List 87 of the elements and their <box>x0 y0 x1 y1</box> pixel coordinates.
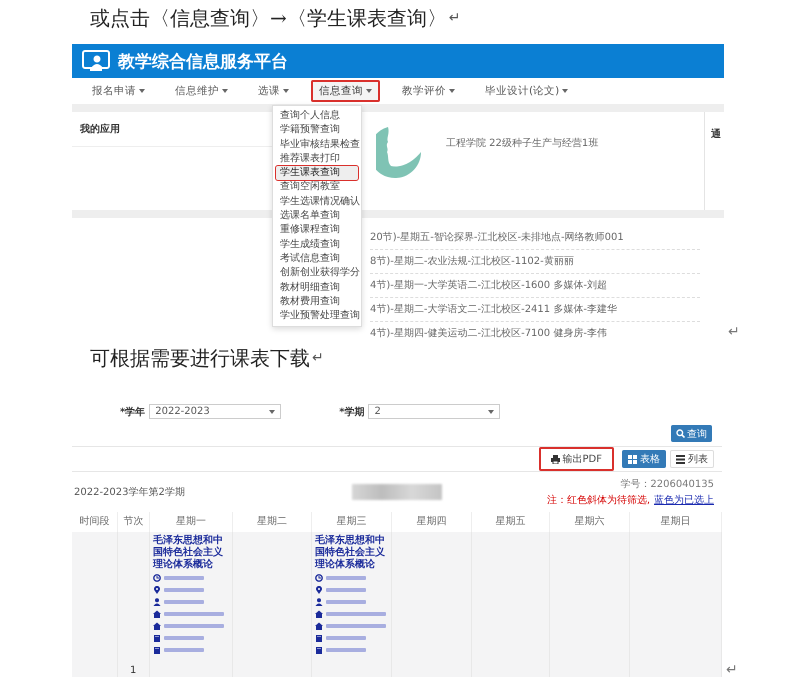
person-icon <box>153 598 161 606</box>
caret-icon <box>449 89 455 93</box>
caret-icon <box>269 410 276 414</box>
field-label: *学年 <box>120 406 146 418</box>
nav-menu-item[interactable]: 选课 <box>250 80 297 102</box>
blurred-text <box>326 624 386 628</box>
person-icon <box>315 598 323 606</box>
view-button[interactable]: 输出PDF <box>538 447 614 471</box>
book-icon <box>315 646 323 654</box>
book-icon <box>153 646 161 654</box>
dropdown-item[interactable]: 考试信息查询 <box>276 252 358 266</box>
paragraph-mark: ↵ <box>728 324 740 340</box>
course-title[interactable]: 毛泽东思想和中国特色社会主义理论体系概论 <box>312 532 391 572</box>
blurred-text <box>164 576 204 580</box>
legend-note: 注：红色斜体为待筛选, <box>546 494 650 507</box>
caret-icon <box>562 89 568 93</box>
list-icon <box>676 454 685 464</box>
course-list-item: 20节)-星期五-智论探界-江北校区-未排地点-网络教师001 <box>370 226 700 250</box>
dropdown-item[interactable]: 学业预警处理查询 <box>276 309 358 324</box>
profile-text: 工程学院 22级种子生产与经营1班 <box>446 136 598 150</box>
clock-icon <box>315 574 323 582</box>
clock-icon <box>153 574 161 582</box>
dropdown-item[interactable]: 学籍预警查询 <box>276 123 358 138</box>
search-button[interactable]: 查询 <box>671 425 712 442</box>
course-title[interactable]: 毛泽东思想和中国特色社会主义理论体系概论 <box>150 532 232 572</box>
instruction-text: 可根据需要进行课表下载 <box>89 345 310 372</box>
dropdown-item[interactable]: 推荐课表打印 <box>276 152 358 166</box>
blurred-text <box>326 648 366 652</box>
blurred-text <box>164 612 224 616</box>
view-button[interactable]: 列表 <box>670 450 714 468</box>
view-button[interactable]: 表格 <box>622 450 666 468</box>
blurred-text <box>164 636 204 640</box>
course-list-item: 4节)-星期四-健美运动二-江北校区-7100 健身房-李伟 <box>370 322 700 340</box>
dropdown-item[interactable]: 查询个人信息 <box>276 109 358 124</box>
course-list-item: 8节)-星期二-农业法规-江北校区-1102-黄丽丽 <box>370 250 700 274</box>
dropdown-item[interactable]: 查询空闲教室 <box>276 180 358 195</box>
blurred-text <box>326 576 366 580</box>
field-label: *学期 <box>339 406 364 418</box>
blurred-text <box>164 588 204 592</box>
dropdown-item[interactable]: 重修课程查询 <box>276 223 358 238</box>
period-number: 1 <box>130 665 136 676</box>
dropdown-item[interactable]: 学生选课情况确认 <box>276 194 358 210</box>
blurred-text <box>164 648 204 652</box>
nav-menu-item[interactable]: 信息维护 <box>167 80 236 102</box>
course-list-item: 4节)-星期二-大学语文二-江北校区-2411 多媒体-李建华 <box>370 298 700 322</box>
caret-icon <box>488 410 494 414</box>
dropdown-item[interactable]: 学生成绩查询 <box>276 238 358 252</box>
nav-menu-item[interactable]: 毕业设计(论文) <box>477 80 576 102</box>
instruction-text: 或点击〈信息查询〉→〈学生课表查询〉 <box>89 5 447 32</box>
dropdown-item[interactable]: 选课名单查询 <box>276 209 358 224</box>
pin-icon <box>153 586 161 594</box>
course-list-item: 4节)-星期一-大学英语二-江北校区-1600 多媒体-刘超 <box>370 274 700 298</box>
legend-note: 蓝色为已选上 <box>654 494 714 507</box>
blurred-text <box>326 600 366 604</box>
student-id: 学号：2206040135 <box>620 478 714 491</box>
paragraph-mark: ↵ <box>726 662 738 678</box>
book-icon <box>315 634 323 642</box>
nav-menu-item[interactable]: 报名申请 <box>84 80 153 102</box>
pin-icon <box>315 586 323 594</box>
select-field[interactable]: 2 <box>368 404 500 419</box>
book-icon <box>153 634 161 642</box>
caret-icon <box>366 89 372 93</box>
caret-icon <box>283 89 289 93</box>
printer-icon <box>550 454 560 464</box>
dropdown-item[interactable]: 教材明细查询 <box>276 280 358 295</box>
dropdown-item[interactable]: 毕业审核结果检查 <box>276 138 358 152</box>
nav-menu-item[interactable]: 教学评价 <box>394 80 463 102</box>
select-field[interactable]: 2022-2023 <box>149 404 282 419</box>
caret-icon <box>139 89 145 93</box>
dropdown-item[interactable]: 创新创业获得学分 <box>276 266 358 281</box>
nav-menu-item[interactable]: 信息查询 <box>311 80 380 102</box>
dropdown-item[interactable]: 教材费用查询 <box>276 294 358 310</box>
caret-icon <box>222 89 228 93</box>
app-title: 教学综合信息服务平台 <box>118 50 288 72</box>
blurred-text <box>164 624 224 628</box>
blurred-text <box>164 600 204 604</box>
search-icon <box>676 429 685 438</box>
grid-icon <box>628 454 637 464</box>
term-label: 2022-2023学年第2学期 <box>73 486 186 499</box>
blurred-text <box>326 636 366 640</box>
monitor-person-icon <box>82 50 110 72</box>
dropdown-item[interactable]: 学生课表查询 <box>276 166 358 180</box>
paragraph-mark: ↵ <box>448 9 460 28</box>
panel-heading: 通 <box>711 129 721 140</box>
paragraph-mark: ↵ <box>312 349 324 368</box>
blurred-text <box>326 588 366 592</box>
blurred-text <box>326 612 386 616</box>
